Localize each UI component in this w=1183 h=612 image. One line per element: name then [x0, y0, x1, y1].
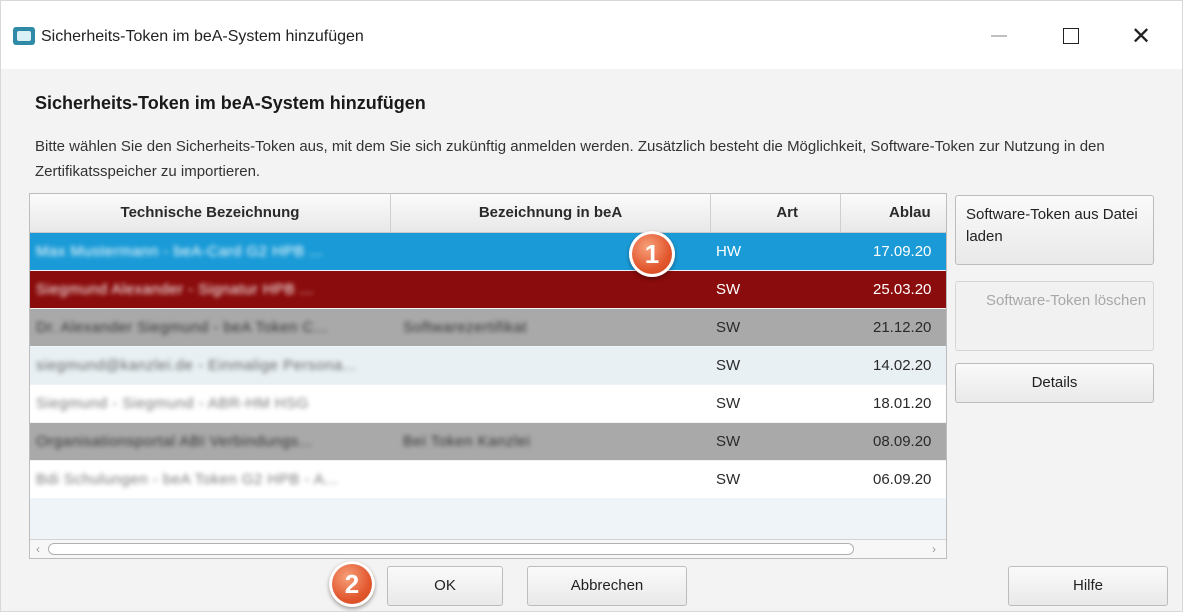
table-row[interactable]: Siegmund Alexander - Signatur HPB ... SW 2…	[30, 271, 946, 308]
cell-art: SW	[716, 281, 741, 298]
table-header: Technische Bezeichnung Bezeichnung in be…	[30, 194, 946, 233]
cancel-button[interactable]: Abbrechen	[527, 566, 687, 606]
minimize-icon	[991, 35, 1007, 37]
scroll-right-icon[interactable]: ›	[926, 540, 942, 558]
close-icon: ✕	[1130, 22, 1152, 50]
dialog-description: Bitte wählen Sie den Sicherheits-Token a…	[35, 138, 1105, 180]
cell-art: HW	[716, 243, 741, 260]
close-button[interactable]: ✕	[1118, 21, 1164, 51]
help-button[interactable]: Hilfe	[1008, 566, 1168, 606]
dialog-heading: Sicherheits-Token im beA-System hinzufüg…	[35, 93, 426, 113]
table-row[interactable]: Organisationsportal ABI Verbindungs... Be…	[30, 423, 946, 460]
cell-ablauf: 18.01.20	[873, 395, 932, 412]
cell-bezeichnung-in-bea	[391, 347, 711, 384]
cell-technische-bezeichnung: siegmund@kanzlei.de - Einmalige Persona.…	[36, 357, 357, 374]
cell-bezeichnung-in-bea: Softwarezertifikat	[403, 319, 528, 336]
column-header-art[interactable]: Art	[711, 194, 841, 232]
table-row[interactable]: siegmund@kanzlei.de - Einmalige Persona.…	[30, 347, 946, 384]
cell-ablauf: 08.09.20	[873, 433, 932, 450]
table-row[interactable]: Max Mustermann - beA-Card G2 HPB ... HW 17…	[30, 233, 946, 270]
load-software-token-button[interactable]: Software-Token aus Datei laden	[955, 195, 1154, 265]
cell-art: SW	[716, 433, 741, 450]
cell-art: SW	[716, 357, 741, 374]
cell-technische-bezeichnung: Siegmund - Siegmund - ABR-HM HSG	[36, 395, 309, 412]
table-row[interactable]: Dr. Alexander Siegmund - beA Token C... S…	[30, 309, 946, 346]
cell-ablauf: 25.03.20	[873, 281, 932, 298]
dialog-window: Sicherheits-Token im beA-System hinzufüg…	[0, 0, 1183, 612]
cell-ablauf: 14.02.20	[873, 357, 932, 374]
column-header-bezeichnung-in-bea[interactable]: Bezeichnung in beA	[391, 194, 711, 232]
details-button[interactable]: Details	[955, 363, 1154, 403]
cell-bezeichnung-in-bea: Bei Token Kanzlei	[403, 433, 531, 450]
token-table[interactable]: Technische Bezeichnung Bezeichnung in be…	[29, 193, 947, 559]
cell-ablauf: 06.09.20	[873, 471, 932, 488]
maximize-icon	[1063, 28, 1079, 44]
title-bar[interactable]: Sicherheits-Token im beA-System hinzufüg…	[1, 1, 1182, 69]
horizontal-scrollbar[interactable]: ‹ ›	[30, 539, 946, 558]
step-badge-1: 1	[629, 231, 675, 277]
cell-bezeichnung-in-bea	[391, 271, 711, 308]
cell-art: SW	[716, 471, 741, 488]
scrollbar-thumb[interactable]	[48, 543, 854, 555]
maximize-button[interactable]	[1048, 21, 1094, 51]
step-badge-2: 2	[329, 561, 375, 607]
column-header-ablauf[interactable]: Ablau	[841, 194, 946, 232]
cell-bezeichnung-in-bea	[391, 385, 711, 422]
ok-button[interactable]: OK	[387, 566, 503, 606]
cell-technische-bezeichnung: Dr. Alexander Siegmund - beA Token C...	[36, 319, 328, 336]
cell-ablauf: 21.12.20	[873, 319, 932, 336]
table-row[interactable]: Siegmund - Siegmund - ABR-HM HSG SW 18.01.…	[30, 385, 946, 422]
cell-art: SW	[716, 319, 741, 336]
cell-technische-bezeichnung: Organisationsportal ABI Verbindungs...	[36, 433, 313, 450]
table-row[interactable]: Bdi Schulungen - beA Token G2 HPB - A...…	[30, 461, 946, 498]
cell-art: SW	[716, 395, 741, 412]
cell-technische-bezeichnung: Siegmund Alexander - Signatur HPB ...	[36, 281, 314, 298]
scroll-left-icon[interactable]: ‹	[30, 540, 46, 558]
delete-software-token-button[interactable]: Software-Token löschen	[955, 281, 1154, 351]
minimize-button[interactable]	[976, 21, 1022, 51]
column-header-technische-bezeichnung[interactable]: Technische Bezeichnung	[30, 194, 391, 232]
window-title: Sicherheits-Token im beA-System hinzufüg…	[41, 28, 364, 45]
cell-technische-bezeichnung: Bdi Schulungen - beA Token G2 HPB - A...	[36, 471, 339, 488]
app-icon	[13, 27, 35, 45]
cell-technische-bezeichnung: Max Mustermann - beA-Card G2 HPB ...	[36, 243, 324, 260]
cell-bezeichnung-in-bea	[391, 461, 711, 498]
cell-ablauf: 17.09.20	[873, 243, 932, 260]
